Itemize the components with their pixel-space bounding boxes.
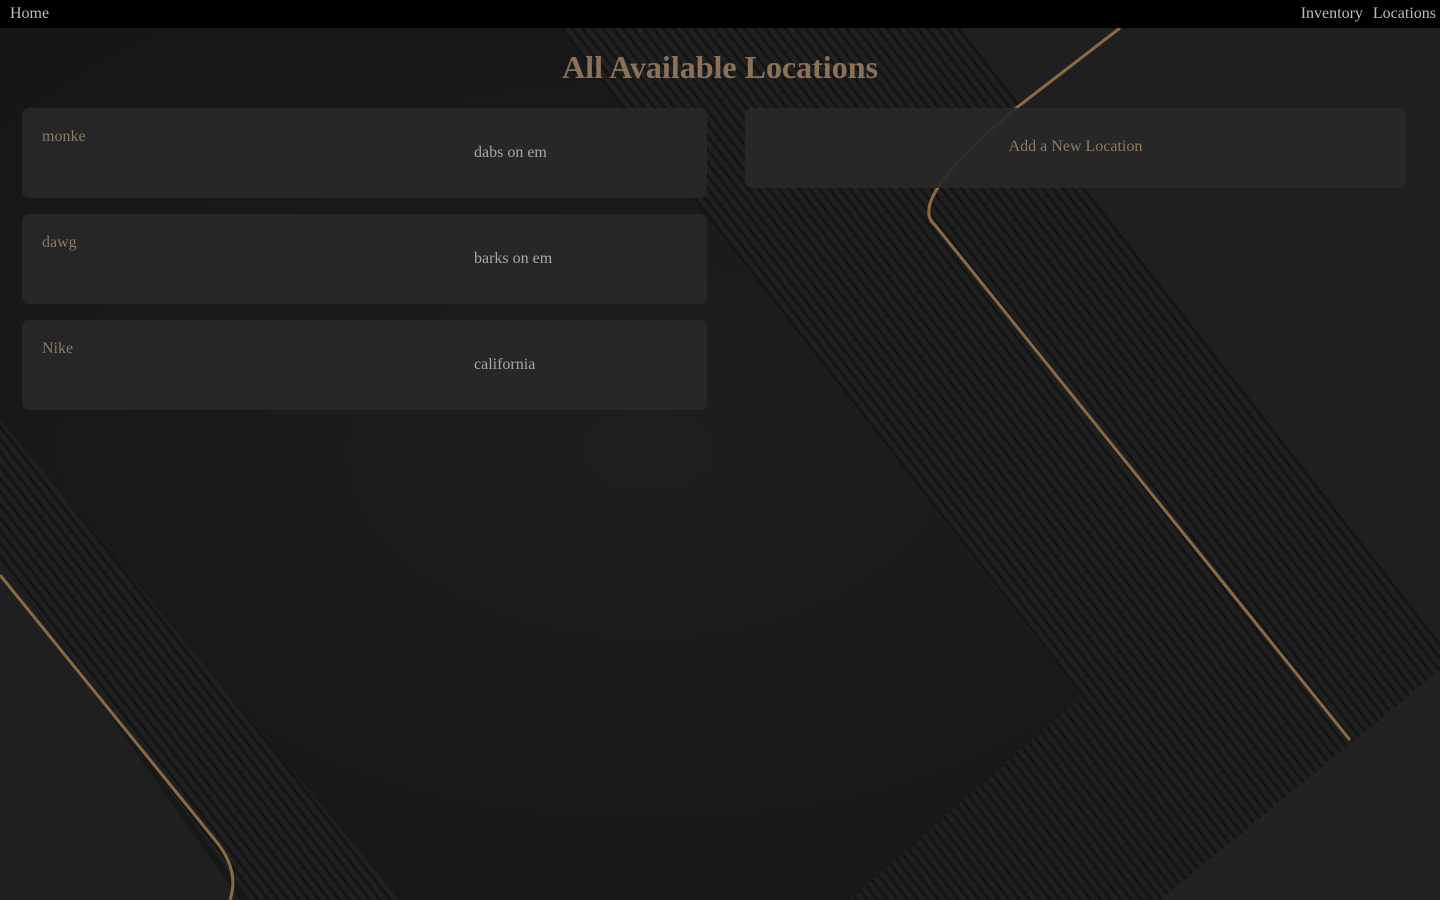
location-list: monke dabs on em dawg barks on em Nike c… [22, 108, 707, 426]
top-navbar: Home Inventory Locations [0, 0, 1440, 28]
nav-right-group: Inventory Locations [1301, 4, 1436, 24]
nav-locations-link[interactable]: Locations [1373, 4, 1436, 24]
add-location-button[interactable]: Add a New Location [745, 108, 1406, 188]
nav-inventory-link[interactable]: Inventory [1301, 4, 1363, 24]
page-title: All Available Locations [562, 49, 878, 85]
location-description: dabs on em [474, 144, 547, 161]
location-card[interactable]: Nike california [22, 320, 707, 410]
location-description: barks on em [474, 250, 553, 267]
location-name: dawg [42, 234, 77, 251]
location-description: california [474, 356, 536, 373]
location-name: monke [42, 128, 86, 145]
nav-home-link[interactable]: Home [10, 4, 49, 24]
location-name: Nike [42, 340, 74, 357]
location-card[interactable]: dawg barks on em [22, 214, 707, 304]
add-location-label: Add a New Location [1008, 138, 1143, 155]
location-card[interactable]: monke dabs on em [22, 108, 707, 198]
